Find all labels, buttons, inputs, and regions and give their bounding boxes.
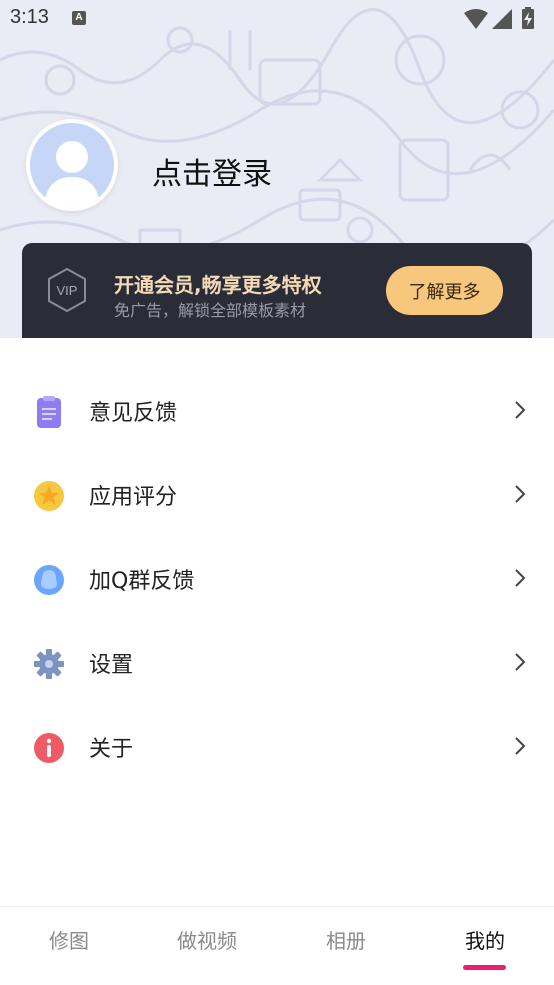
menu-item-feedback[interactable]: 意见反馈 bbox=[0, 370, 554, 454]
chevron-right-icon bbox=[515, 737, 526, 755]
signal-icon bbox=[492, 9, 512, 29]
notification-app-icon: A bbox=[72, 11, 86, 25]
tab-mine[interactable]: 我的 bbox=[416, 925, 554, 954]
menu-label: 加Q群反馈 bbox=[89, 569, 195, 594]
status-bar: 3:13 A bbox=[0, 0, 554, 38]
status-icons bbox=[462, 7, 544, 35]
vip-badge-icon: VIP bbox=[48, 267, 86, 313]
chevron-right-icon bbox=[515, 401, 526, 419]
menu-label: 意见反馈 bbox=[89, 401, 178, 426]
menu-item-about[interactable]: 关于 bbox=[0, 706, 554, 790]
menu-item-rating[interactable]: 应用评分 bbox=[0, 454, 554, 538]
chevron-right-icon bbox=[515, 653, 526, 671]
vip-title: 开通会员,畅享更多特权 bbox=[114, 273, 322, 297]
chevron-right-icon bbox=[515, 569, 526, 587]
active-tab-indicator bbox=[463, 965, 506, 970]
menu-item-qq-group[interactable]: 加Q群反馈 bbox=[0, 538, 554, 622]
bottom-tab-bar: 修图 做视频 相册 我的 bbox=[0, 906, 554, 985]
star-icon bbox=[34, 481, 64, 511]
vip-subtitle: 免广告，解锁全部模板素材 bbox=[114, 301, 307, 320]
battery-charging-icon bbox=[522, 7, 534, 29]
chevron-right-icon bbox=[515, 485, 526, 503]
avatar[interactable] bbox=[26, 119, 118, 211]
menu-label: 应用评分 bbox=[89, 485, 178, 510]
gear-icon bbox=[34, 649, 64, 679]
wifi-icon bbox=[464, 9, 488, 29]
menu-item-settings[interactable]: 设置 bbox=[0, 622, 554, 706]
menu-label: 关于 bbox=[89, 737, 134, 762]
svg-text:VIP: VIP bbox=[57, 283, 78, 298]
learn-more-button[interactable]: 了解更多 bbox=[386, 266, 503, 315]
menu-label: 设置 bbox=[89, 653, 134, 678]
status-time: 3:13 bbox=[10, 6, 49, 28]
clipboard-icon bbox=[37, 396, 61, 428]
tab-album[interactable]: 相册 bbox=[277, 925, 415, 954]
tab-edit-photo[interactable]: 修图 bbox=[0, 925, 138, 954]
info-icon bbox=[34, 733, 64, 763]
qq-penguin-icon bbox=[34, 565, 64, 595]
vip-card[interactable]: VIP 开通会员,畅享更多特权 免广告，解锁全部模板素材 了解更多 bbox=[22, 243, 532, 343]
login-label[interactable]: 点击登录 bbox=[152, 149, 272, 193]
default-avatar-icon bbox=[44, 141, 100, 207]
tab-make-video[interactable]: 做视频 bbox=[138, 925, 276, 954]
menu-list: 意见反馈 应用评分 加Q群反馈 设置 关于 bbox=[0, 338, 554, 908]
